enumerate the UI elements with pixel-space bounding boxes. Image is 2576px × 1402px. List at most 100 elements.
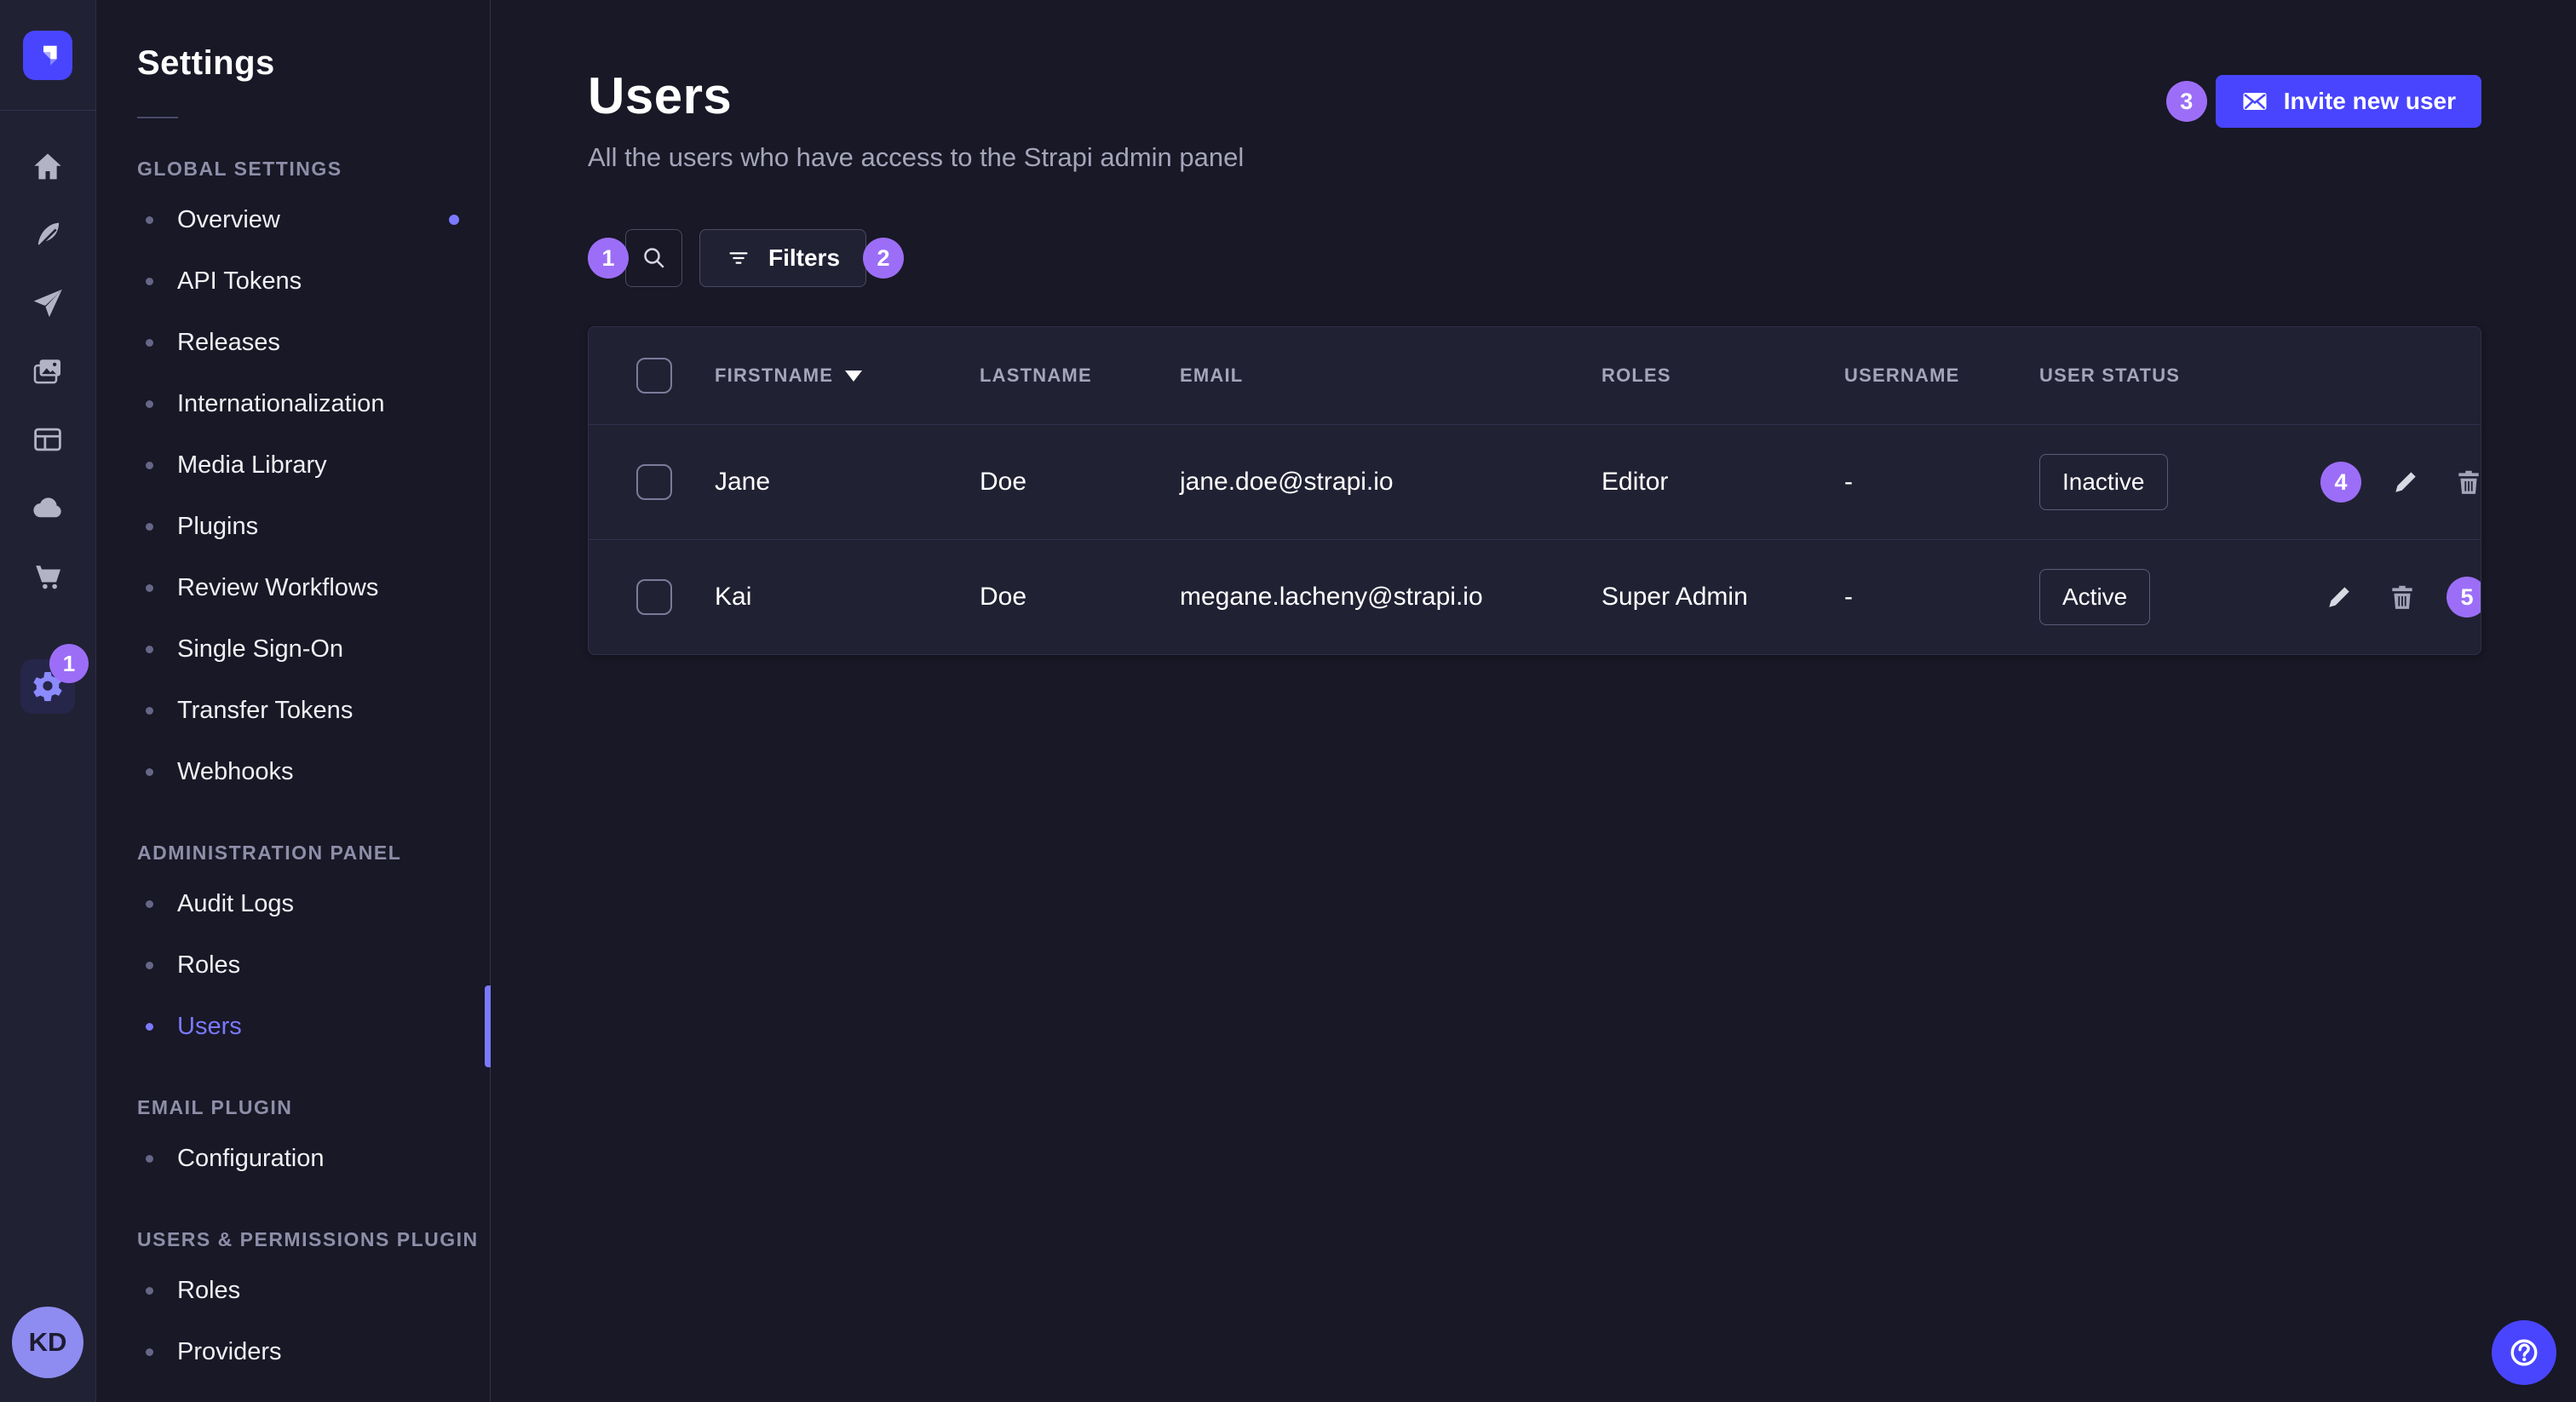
sidebar-item-label: Plugins	[177, 513, 258, 541]
sidebar-item-internationalization[interactable]: Internationalization	[96, 373, 490, 434]
main-content: Users All the users who have access to t…	[492, 0, 2576, 1402]
layout-icon[interactable]	[24, 416, 72, 463]
section-header-administration-panel: ADMINISTRATION PANEL	[137, 842, 490, 865]
sidebar-item-label: Media Library	[177, 451, 327, 480]
delete-user-button[interactable]	[2383, 578, 2421, 616]
column-header-username[interactable]: USERNAME	[1844, 365, 2039, 387]
bullet-icon	[146, 1348, 153, 1356]
sidebar-item-label: Roles	[177, 1277, 240, 1305]
settings-nav-item[interactable]: 1	[20, 659, 75, 714]
sidebar-item-transfer-tokens[interactable]: Transfer Tokens	[96, 680, 490, 741]
bullet-icon	[146, 523, 153, 531]
page-title: Users	[588, 66, 1244, 125]
subnav-title: Settings	[137, 44, 490, 83]
trash-icon	[2388, 583, 2417, 612]
row-checkbox[interactable]	[636, 579, 672, 615]
page-header-text: Users All the users who have access to t…	[588, 66, 1244, 173]
settings-notification-badge: 1	[49, 644, 89, 683]
bullet-icon	[146, 1023, 153, 1031]
column-header-roles[interactable]: ROLES	[1601, 365, 1844, 387]
cell-email: megane.lacheny@strapi.io	[1180, 583, 1601, 612]
sidebar-item-configuration[interactable]: Configuration	[96, 1128, 490, 1189]
sidebar-item-webhooks[interactable]: Webhooks	[96, 741, 490, 802]
sidebar-item-label: Internationalization	[177, 390, 384, 418]
pencil-icon	[2325, 583, 2354, 612]
cell-lastname: Doe	[980, 468, 1180, 497]
bullet-icon	[146, 646, 153, 653]
sidebar-item-label: Releases	[177, 329, 280, 357]
envelope-icon	[2241, 88, 2268, 115]
cell-username: -	[1844, 583, 2039, 612]
help-button[interactable]	[2492, 1320, 2556, 1385]
sidebar-item-plugins[interactable]: Plugins	[96, 496, 490, 557]
cell-firstname: Jane	[715, 468, 980, 497]
annotation-badge-1: 1	[588, 238, 629, 279]
annotation-badge-5: 5	[2447, 577, 2481, 618]
annotation-badge-3: 3	[2166, 81, 2207, 122]
sidebar-item-up-roles[interactable]: Roles	[96, 1260, 490, 1321]
row-checkbox[interactable]	[636, 464, 672, 500]
sort-desc-icon	[845, 371, 862, 382]
column-header-email[interactable]: EMAIL	[1180, 365, 1601, 387]
cell-user-status: Active	[2039, 569, 2320, 625]
edit-user-button[interactable]	[2387, 463, 2424, 501]
active-item-indicator	[485, 985, 491, 1067]
invite-button-group: 3 Invite new user	[2166, 75, 2481, 128]
cell-username: -	[1844, 468, 2039, 497]
sidebar-item-api-tokens[interactable]: API Tokens	[96, 250, 490, 312]
select-all-cell	[589, 358, 715, 394]
invite-new-user-button[interactable]: Invite new user	[2216, 75, 2481, 128]
search-button[interactable]	[625, 229, 682, 287]
deploy-paper-plane-icon[interactable]	[24, 279, 72, 327]
sidebar-item-label: Roles	[177, 951, 240, 980]
bullet-icon	[146, 216, 153, 224]
row-select-cell	[589, 464, 715, 500]
bullet-icon	[146, 1287, 153, 1295]
strapi-logo[interactable]	[23, 31, 72, 80]
sidebar-item-review-workflows[interactable]: Review Workflows	[96, 557, 490, 618]
column-header-label: FIRSTNAME	[715, 365, 833, 387]
section-header-email-plugin: EMAIL PLUGIN	[137, 1096, 490, 1119]
sidebar-item-label: Audit Logs	[177, 890, 294, 918]
avatar[interactable]: KD	[12, 1307, 83, 1378]
media-library-icon[interactable]	[24, 348, 72, 395]
sidebar-item-label: Configuration	[177, 1145, 325, 1173]
filters-button[interactable]: Filters	[699, 229, 866, 287]
bullet-icon	[146, 1155, 153, 1163]
sidebar-item-providers[interactable]: Providers	[96, 1321, 490, 1382]
cell-roles: Editor	[1601, 468, 1844, 497]
select-all-checkbox[interactable]	[636, 358, 672, 394]
page-header: Users All the users who have access to t…	[588, 66, 2481, 173]
sidebar-item-releases[interactable]: Releases	[96, 312, 490, 373]
column-header-lastname[interactable]: LASTNAME	[980, 365, 1180, 387]
column-header-user-status[interactable]: USER STATUS	[2039, 365, 2320, 387]
table-row[interactable]: Jane Doe jane.doe@strapi.io Editor - Ina…	[589, 424, 2481, 539]
table-row[interactable]: Kai Doe megane.lacheny@strapi.io Super A…	[589, 539, 2481, 654]
marketplace-cart-icon[interactable]	[24, 552, 72, 600]
sidebar-item-users[interactable]: Users	[96, 996, 490, 1057]
edit-user-button[interactable]	[2320, 578, 2358, 616]
home-icon[interactable]	[24, 143, 72, 191]
bullet-icon	[146, 462, 153, 469]
delete-user-button[interactable]	[2450, 463, 2481, 501]
status-badge: Inactive	[2039, 454, 2168, 510]
sidebar-item-audit-logs[interactable]: Audit Logs	[96, 873, 490, 934]
sidebar-item-media-library[interactable]: Media Library	[96, 434, 490, 496]
sidebar-item-label: Webhooks	[177, 758, 294, 786]
cloud-icon[interactable]	[24, 484, 72, 531]
pencil-icon	[2391, 468, 2420, 497]
sidebar-item-overview[interactable]: Overview	[96, 189, 490, 250]
main-nav-rail: 1 KD	[0, 0, 96, 1402]
content-builder-feather-icon[interactable]	[24, 211, 72, 259]
sidebar-item-label: Review Workflows	[177, 574, 378, 602]
page-subtitle: All the users who have access to the Str…	[588, 142, 1244, 173]
column-header-label: ROLES	[1601, 365, 1671, 387]
table-header-row: FIRSTNAME LASTNAME EMAIL ROLES USERNAME …	[589, 327, 2481, 424]
bullet-icon	[146, 707, 153, 715]
column-header-firstname[interactable]: FIRSTNAME	[715, 365, 980, 387]
search-icon	[641, 244, 668, 272]
sidebar-item-single-sign-on[interactable]: Single Sign-On	[96, 618, 490, 680]
sidebar-item-admin-roles[interactable]: Roles	[96, 934, 490, 996]
bullet-icon	[146, 900, 153, 908]
section-header-global-settings: GLOBAL SETTINGS	[137, 158, 490, 181]
